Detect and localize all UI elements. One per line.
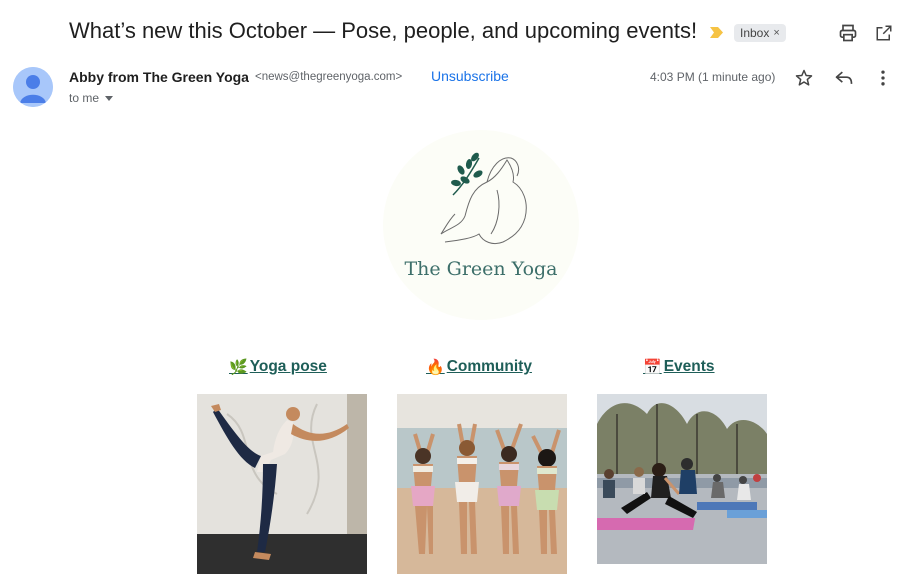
recipient-label: to me <box>69 91 100 105</box>
more-options-icon[interactable] <box>871 66 895 90</box>
logo-wordmark: The Green Yoga <box>404 258 558 280</box>
fire-icon: 🔥 <box>426 359 445 376</box>
nav-link-label: Yoga pose <box>249 358 327 375</box>
nav-link-label: Events <box>663 358 715 375</box>
community-photo[interactable] <box>397 394 567 574</box>
nav-link-events[interactable]: 📅 Events <box>643 358 715 376</box>
email-header: What’s new this October — Pose, people, … <box>0 0 910 64</box>
sender-email: <news@thegreenyoga.com> <box>255 71 403 83</box>
caret-down-icon[interactable] <box>105 95 114 101</box>
leaf-icon: 🌿 <box>229 359 248 376</box>
sender-avatar-icon[interactable] <box>13 67 53 107</box>
inbox-label-chip[interactable]: Inbox × <box>734 24 786 42</box>
recipient-details-toggle[interactable]: to me <box>69 91 114 105</box>
calendar-icon: 📅 <box>643 359 662 376</box>
sender-info: Abby from The Green Yoga <news@thegreeny… <box>0 64 910 114</box>
yoga-pose-logo-icon <box>440 152 527 245</box>
events-photo[interactable] <box>597 394 767 564</box>
inbox-label-text: Inbox <box>740 26 770 40</box>
open-in-new-window-icon[interactable] <box>872 21 896 45</box>
email-subject: What’s new this October — Pose, people, … <box>69 18 698 43</box>
newsletter-logo[interactable]: The Green Yoga <box>383 130 579 320</box>
yoga-pose-photo[interactable] <box>197 394 367 574</box>
email-timestamp: 4:03 PM (1 minute ago) <box>650 70 776 84</box>
importance-marker-icon[interactable] <box>710 27 723 38</box>
nav-link-community[interactable]: 🔥 Community <box>426 358 532 376</box>
nav-link-label: Community <box>446 358 532 375</box>
unsubscribe-link[interactable]: Unsubscribe <box>431 68 509 84</box>
star-icon[interactable] <box>792 66 816 90</box>
print-icon[interactable] <box>836 21 860 45</box>
sender-name: Abby from The Green Yoga <box>69 69 249 85</box>
remove-label-icon[interactable]: × <box>773 24 779 42</box>
reply-icon[interactable] <box>832 66 856 90</box>
nav-link-yoga-pose[interactable]: 🌿 Yoga pose <box>229 358 327 376</box>
